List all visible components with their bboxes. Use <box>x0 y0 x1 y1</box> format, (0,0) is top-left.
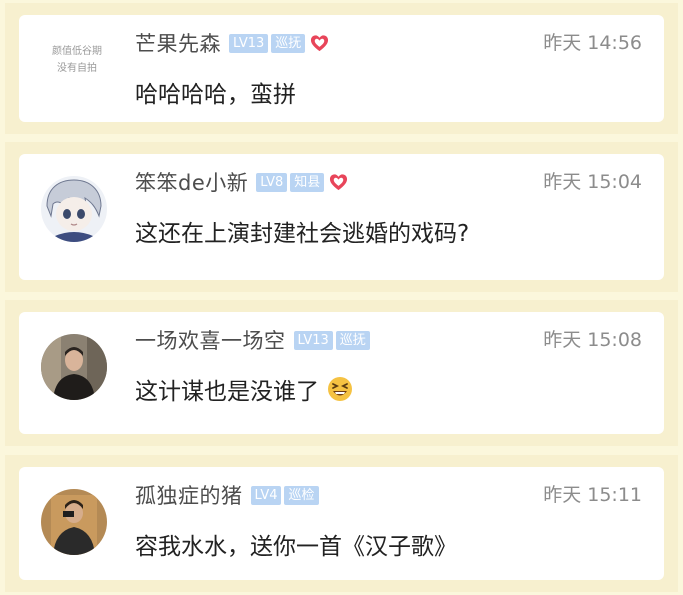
comment-text: 这计谋也是没谁了 <box>135 372 353 406</box>
level-badge: LV4 <box>250 485 282 505</box>
comment-feed: 颜值低谷期 没有自拍 芒果先森 LV13 巡抚 昨天 14:56 哈哈哈哈，蛮拼 <box>0 0 683 595</box>
comment-text: 哈哈哈哈，蛮拼 <box>135 75 296 109</box>
comment-text: 这还在上演封建社会逃婚的戏码? <box>135 214 469 248</box>
title-badge: 巡检 <box>284 485 319 505</box>
comment-text-content: 这计谋也是没谁了 <box>135 379 319 405</box>
timestamp: 昨天 15:04 <box>543 171 642 193</box>
title-badge: 巡抚 <box>271 33 306 53</box>
timestamp: 昨天 14:56 <box>543 32 642 54</box>
comment-text-content: 哈哈哈哈，蛮拼 <box>135 82 296 108</box>
avatar[interactable] <box>41 334 107 400</box>
username[interactable]: 芒果先森 <box>135 28 221 58</box>
level-badge: LV13 <box>229 33 269 53</box>
comment-header: 一场欢喜一场空 LV13 巡抚 <box>135 325 370 355</box>
username[interactable]: 笨笨de小新 <box>135 167 248 197</box>
avatar[interactable]: 颜值低谷期 没有自拍 <box>41 43 113 77</box>
title-badge: 巡抚 <box>335 330 370 350</box>
avatar[interactable] <box>41 489 107 555</box>
comment-card: 孤独症的猪 LV4 巡检 昨天 15:11 容我水水，送你一首《汉子歌》 <box>5 455 678 592</box>
avatar[interactable] <box>41 176 107 242</box>
comment-text-content: 这还在上演封建社会逃婚的戏码? <box>135 221 470 247</box>
comment-body: 一场欢喜一场空 LV13 巡抚 昨天 15:08 这计谋也是没谁了 <box>19 312 664 434</box>
comment-header: 孤独症的猪 LV4 巡检 <box>135 480 319 510</box>
level-badge: LV13 <box>293 330 333 350</box>
heart-icon <box>311 34 329 51</box>
comment-card: 笨笨de小新 LV8 知县 昨天 15:04 这还在上演封建社会逃婚的戏码? <box>5 142 678 292</box>
username[interactable]: 孤独症的猪 <box>135 480 243 510</box>
timestamp: 昨天 15:08 <box>543 329 642 351</box>
avatar-text-line: 没有自拍 <box>57 63 97 74</box>
title-badge: 知县 <box>290 172 325 192</box>
comment-card: 一场欢喜一场空 LV13 巡抚 昨天 15:08 这计谋也是没谁了 <box>5 300 678 446</box>
username[interactable]: 一场欢喜一场空 <box>135 325 286 355</box>
avatar-text-line: 颜值低谷期 <box>52 46 102 57</box>
comment-body: 颜值低谷期 没有自拍 芒果先森 LV13 巡抚 昨天 14:56 哈哈哈哈，蛮拼 <box>19 15 664 122</box>
comment-body: 笨笨de小新 LV8 知县 昨天 15:04 这还在上演封建社会逃婚的戏码? <box>19 154 664 280</box>
level-badge: LV8 <box>256 172 288 192</box>
heart-icon <box>330 173 348 190</box>
comment-text-content: 容我水水，送你一首《汉子歌》 <box>135 534 457 560</box>
comment-card: 颜值低谷期 没有自拍 芒果先森 LV13 巡抚 昨天 14:56 哈哈哈哈，蛮拼 <box>5 3 678 134</box>
timestamp: 昨天 15:11 <box>543 484 642 506</box>
laughing-emoji-icon <box>328 377 352 401</box>
comment-header: 笨笨de小新 LV8 知县 <box>135 167 348 197</box>
comment-text: 容我水水，送你一首《汉子歌》 <box>135 527 457 561</box>
comment-body: 孤独症的猪 LV4 巡检 昨天 15:11 容我水水，送你一首《汉子歌》 <box>19 467 664 580</box>
comment-header: 芒果先森 LV13 巡抚 <box>135 28 329 58</box>
